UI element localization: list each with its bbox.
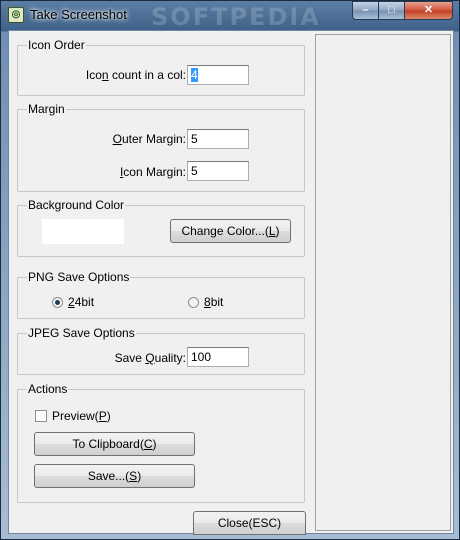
png-24bit-radio[interactable]	[52, 297, 63, 308]
png-options-group: PNG Save Options 24bit 8bit	[17, 270, 305, 319]
png-8bit-label[interactable]: 8bit	[204, 295, 223, 309]
icon-order-legend: Icon Order	[27, 38, 86, 52]
save-quality-input[interactable]: 100	[187, 347, 249, 367]
preview-checkbox[interactable]	[35, 410, 47, 422]
icon-margin-label: Icon Margin:	[119, 165, 186, 179]
background-color-group: Background Color Change Color...(L)	[17, 198, 305, 257]
close-window-button[interactable]: ✕	[404, 1, 453, 20]
outer-margin-label: Outer Margin:	[112, 132, 186, 146]
window-title: Take Screenshot	[30, 7, 127, 22]
background-color-legend: Background Color	[27, 198, 126, 212]
color-swatch	[42, 219, 124, 244]
maximize-button[interactable]: □	[378, 1, 405, 20]
change-color-button[interactable]: Change Color...(L)	[170, 219, 291, 243]
icon-order-group: Icon Order Icon count in a col: 4	[17, 38, 305, 96]
icon-margin-input[interactable]: 5	[187, 161, 249, 181]
margin-legend: Margin	[27, 102, 66, 116]
png-8bit-radio[interactable]	[188, 297, 199, 308]
actions-group: Actions Preview(P) To Clipboard(C) Save.…	[17, 382, 305, 503]
preview-label[interactable]: Preview(P)	[52, 409, 111, 423]
to-clipboard-button[interactable]: To Clipboard(C)	[34, 432, 195, 456]
jpeg-options-group: JPEG Save Options Save Quality: 100	[17, 326, 305, 375]
margin-group: Margin Outer Margin: 5 Icon Margin: 5	[17, 102, 305, 192]
close-esc-button[interactable]: Close(ESC)	[193, 511, 306, 535]
icon-count-label: Icon count in a col:	[85, 68, 186, 82]
jpeg-options-legend: JPEG Save Options	[27, 326, 136, 340]
take-screenshot-window: ◎ Take Screenshot SOFTPEDIA – □ ✕ Icon O…	[0, 0, 460, 540]
minimize-button[interactable]: –	[352, 1, 379, 20]
icon-count-input[interactable]: 4	[187, 65, 249, 85]
dialog-client-area: Icon Order Icon count in a col: 4 Margin…	[8, 30, 454, 535]
title-bar[interactable]: ◎ Take Screenshot SOFTPEDIA – □ ✕	[1, 1, 459, 31]
actions-legend: Actions	[27, 382, 69, 396]
outer-margin-input[interactable]: 5	[187, 129, 249, 149]
watermark: SOFTPEDIA	[151, 3, 321, 31]
save-button[interactable]: Save...(S)	[34, 464, 195, 488]
preview-panel	[315, 34, 451, 531]
app-icon: ◎	[8, 7, 24, 23]
png-options-legend: PNG Save Options	[27, 270, 131, 284]
png-24bit-label[interactable]: 24bit	[68, 295, 94, 309]
save-quality-label: Save Quality:	[114, 351, 186, 365]
